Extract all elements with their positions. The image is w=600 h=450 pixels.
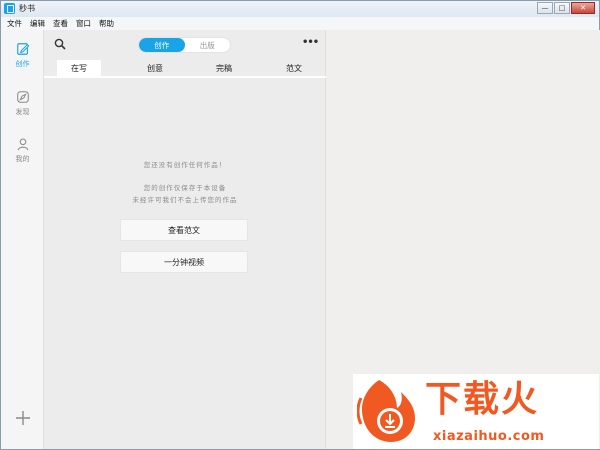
nav-create-label: 创作 <box>15 60 30 68</box>
empty-message-line-3: 未经许可我们不会上传您的作品 <box>132 196 238 204</box>
close-button[interactable]: ✕ <box>571 2 595 14</box>
user-icon <box>17 138 28 151</box>
search-icon[interactable] <box>54 38 66 50</box>
minimize-button[interactable]: — <box>537 2 553 14</box>
app-logo-icon <box>4 3 15 14</box>
maximize-button[interactable]: □ <box>554 2 570 14</box>
menu-bar: 文件 编辑 查看 窗口 帮助 <box>1 17 599 30</box>
nav-create[interactable]: 创作 <box>1 42 44 82</box>
menu-window[interactable]: 窗口 <box>76 18 91 29</box>
watermark-brand: 下载火 <box>425 379 540 420</box>
nav-mine[interactable]: 我的 <box>1 137 44 177</box>
nav-mine-label: 我的 <box>15 155 30 163</box>
empty-message-line-1: 您还没有创作任何作品！ <box>143 161 227 169</box>
works-panel: 创作 出版 ••• 在写 创意 完稿 范文 您还没有创作任何作品！ 您的创作仅保… <box>44 30 326 449</box>
menu-file[interactable]: 文件 <box>7 18 22 29</box>
left-navigation: 创作 发现 我的 <box>1 30 44 449</box>
tab-ideas[interactable]: 创意 <box>139 60 171 76</box>
title-bar: 秒书 — □ ✕ <box>1 1 599 17</box>
compass-icon <box>16 91 29 103</box>
one-minute-video-button[interactable]: 一分钟视频 <box>120 251 248 273</box>
window-title: 秒书 <box>19 4 35 13</box>
menu-edit[interactable]: 编辑 <box>30 18 45 29</box>
tab-samples[interactable]: 范文 <box>278 60 310 76</box>
edit-icon <box>16 43 29 55</box>
view-samples-button[interactable]: 查看范文 <box>120 219 248 241</box>
works-tabs: 在写 创意 完稿 范文 <box>44 60 326 76</box>
window-controls: — □ ✕ <box>537 2 595 14</box>
tab-finished[interactable]: 完稿 <box>208 60 240 76</box>
nav-discover-label: 发现 <box>15 108 30 116</box>
plus-icon[interactable] <box>15 410 31 426</box>
mode-create-tab[interactable]: 创作 <box>139 38 185 52</box>
menu-view[interactable]: 查看 <box>53 18 68 29</box>
tab-underline <box>44 76 326 78</box>
tab-writing[interactable]: 在写 <box>57 60 101 76</box>
watermark-domain: xiazaihuo.com <box>433 429 545 444</box>
mode-switch: 创作 出版 <box>138 37 231 53</box>
nav-discover[interactable]: 发现 <box>1 90 44 130</box>
more-menu-button[interactable]: ••• <box>302 37 319 48</box>
mode-publish-tab[interactable]: 出版 <box>185 38 231 52</box>
empty-message-line-2: 您的创作仅保存于本设备 <box>143 184 227 192</box>
menu-help[interactable]: 帮助 <box>99 18 114 29</box>
flame-logo-icon <box>357 380 415 442</box>
watermark: 下载火 xiazaihuo.com <box>353 374 599 449</box>
